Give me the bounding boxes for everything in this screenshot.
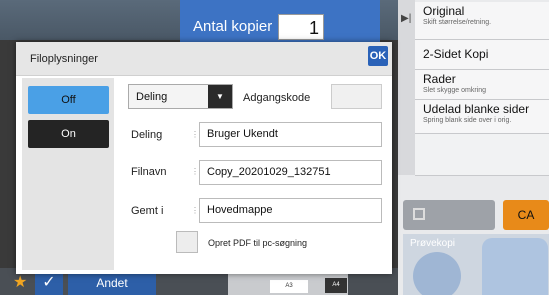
menu-item-title: 2-Sidet Kopi [423,47,489,61]
copies-label: Antal kopier [193,18,273,35]
sharing-dropdown[interactable]: Deling ▼ [128,84,233,109]
row-separator: ⋮ [191,206,199,215]
menu-item-subtitle: Spring blank side over i orig. [423,117,512,124]
password-field[interactable] [331,84,382,109]
paper-size-a4: A4 [325,278,347,293]
menu-item-udelad-blanke-sider[interactable]: Udelad blanke sider Spring blank side ov… [415,100,549,134]
sharing-dropdown-value: Deling [136,91,168,103]
gemt-i-label: Gemt i [131,205,164,217]
row-separator: ⋮ [191,130,199,139]
deling-field[interactable]: Bruger Ukendt [199,122,382,147]
on-button[interactable]: On [28,120,109,148]
star-icon[interactable]: ★ [13,273,30,293]
copies-bar: Antal kopier 1 [180,0,380,42]
paper-size-a3: A3 [270,280,308,293]
pdf-search-checkbox[interactable] [176,231,198,253]
password-label: Adgangskode [243,92,311,104]
start-button[interactable] [482,238,548,295]
preview-toggle-button[interactable] [403,200,495,230]
checkmark-icon[interactable]: ✓ [35,271,63,295]
pdf-search-label: Opret PDF til pc-søgning [208,238,308,248]
menu-item-title: Udelad blanke sider [423,102,530,116]
filnavn-field[interactable]: Copy_20201029_132751 [199,160,382,185]
document-icon [413,208,425,220]
ca-button[interactable]: CA [503,200,549,230]
dialog-header: Filoplysninger OK [16,42,392,76]
andet-button[interactable]: Andet [68,271,156,295]
gemt-i-field[interactable]: Hovedmappe [199,198,382,223]
deling-label: Deling [131,129,163,141]
filnavn-label: Filnavn [131,166,167,178]
file-info-dialog: Filoplysninger OK Off On Deling ▼ Adgang… [16,42,392,274]
menu-item-title: Rader [423,72,456,86]
chevron-right-icon: ▶| [401,13,412,24]
menu-item-title: Original [423,4,465,18]
preview-label: Prøvekopi [410,238,456,249]
preview-button[interactable] [413,252,461,295]
off-button[interactable]: Off [28,86,109,114]
row-separator: ⋮ [191,167,199,176]
dropdown-arrow-icon: ▼ [208,85,232,108]
menu-item-rader[interactable]: Rader Slet skygge omkring [415,70,549,100]
menu-item-empty [415,134,549,176]
menu-item-2-sidet-kopi[interactable]: 2-Sidet Kopi [415,40,549,70]
dialog-title: Filoplysninger [30,53,98,65]
copies-input[interactable]: 1 [278,14,324,40]
ok-button[interactable]: OK [368,46,388,66]
menu-collapse-button[interactable]: ▶| [398,0,415,175]
menu-item-original[interactable]: Original Skift størrelse/retning. [415,2,549,40]
copier-screen: Antal kopier 1 ▶| Original Skift størrel… [0,0,549,295]
menu-item-subtitle: Skift størrelse/retning. [423,19,492,26]
menu-item-subtitle: Slet skygge omkring [423,87,487,94]
